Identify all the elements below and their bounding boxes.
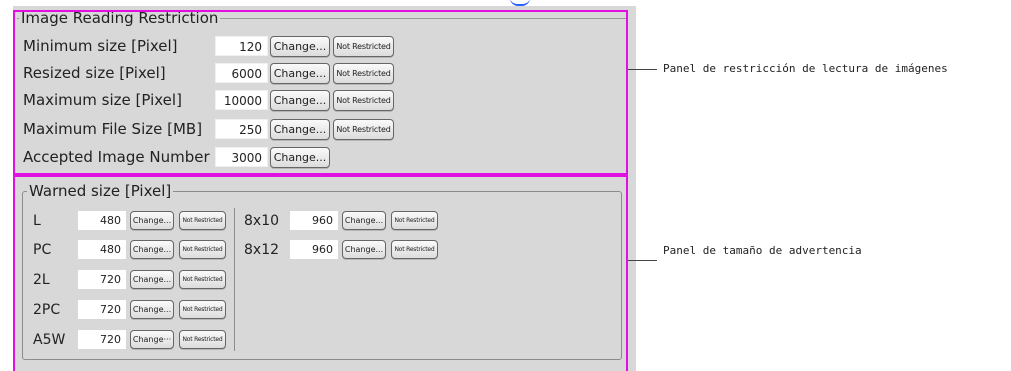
restriction-callout-line <box>628 69 657 70</box>
restriction-callout: Panel de restricción de lectura de imáge… <box>663 62 948 75</box>
warned-panel-highlight <box>13 175 628 371</box>
warned-callout: Panel de tamaño de advertencia <box>663 244 862 257</box>
restriction-panel-highlight <box>13 10 628 175</box>
warned-callout-line <box>628 260 657 261</box>
